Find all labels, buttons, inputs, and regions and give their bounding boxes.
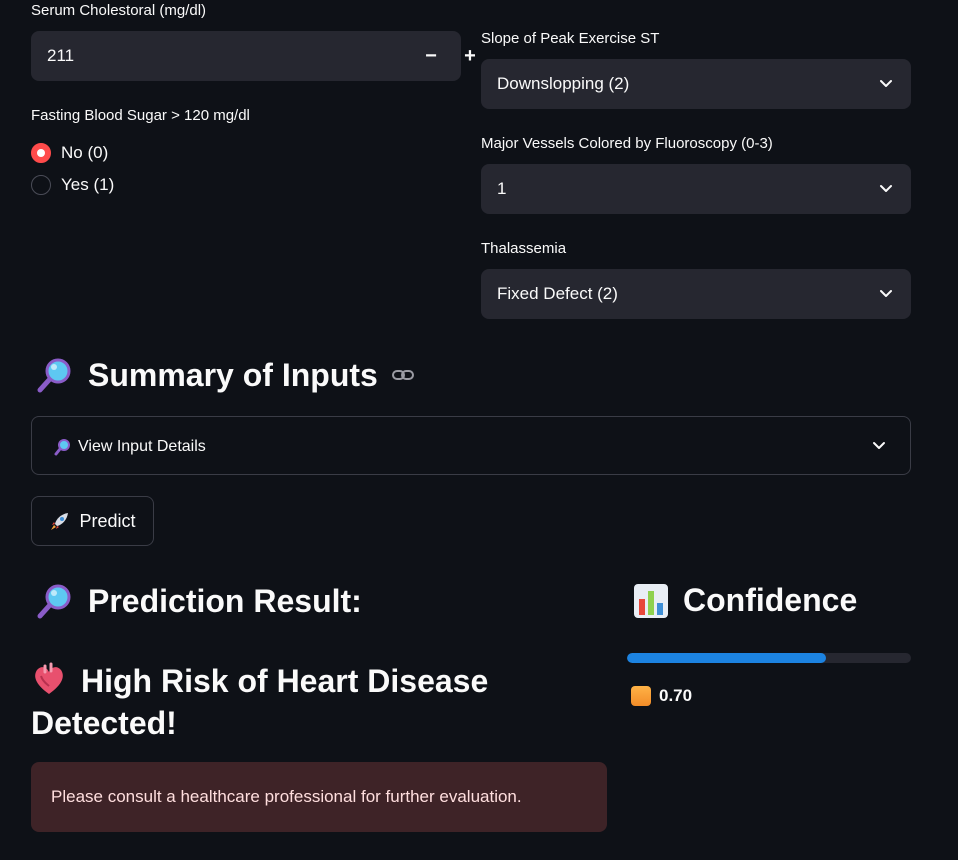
magnifier-icon [37, 358, 71, 393]
magnifier-icon [54, 438, 70, 455]
orange-square-icon [631, 686, 651, 706]
prediction-heading: Prediction Result: [36, 582, 362, 620]
chevron-down-icon[interactable] [872, 439, 886, 453]
alert-message: Please consult a healthcare professional… [51, 787, 522, 806]
cholesterol-value[interactable]: 211 [47, 31, 74, 81]
chevron-down-icon[interactable] [879, 182, 893, 196]
radio-label-yes: Yes (1) [61, 175, 115, 194]
cholesterol-label: Serum Cholestoral (mg/dl) [31, 2, 207, 19]
radio-unselected-icon[interactable] [31, 175, 51, 195]
radio-option-yes[interactable]: Yes (1) [31, 172, 114, 198]
thal-selected-value: Fixed Defect (2) [497, 284, 618, 303]
result-headline-text: High Risk of Heart Disease Detected! [31, 663, 489, 741]
radio-selected-icon[interactable] [31, 143, 51, 163]
confidence-title: Confidence [683, 582, 858, 618]
result-headline: High Risk of Heart Disease Detected! [31, 660, 591, 744]
cholesterol-number-input[interactable]: 211 − + [31, 31, 476, 81]
decrement-button[interactable]: − [413, 31, 449, 81]
confidence-value: 0.70 [659, 686, 693, 705]
prediction-title: Prediction Result: [88, 582, 362, 619]
radio-label-no: No (0) [61, 143, 109, 162]
predict-button[interactable]: Predict [31, 496, 154, 546]
slope-label: Slope of Peak Exercise ST [481, 30, 660, 47]
alert-box: Please consult a healthcare professional… [31, 762, 607, 832]
bar-chart-icon [634, 583, 668, 618]
expander-header[interactable]: View Input Details [54, 417, 206, 476]
slope-selected-value: Downslopping (2) [497, 74, 630, 93]
vessels-selected-value: 1 [497, 179, 507, 198]
radio-option-no[interactable]: No (0) [31, 140, 108, 166]
fbs-label: Fasting Blood Sugar > 120 mg/dl [31, 107, 250, 124]
vessels-select[interactable]: 1 [481, 164, 911, 214]
app-page: Serum Cholestoral (mg/dl) 211 − + Fastin… [0, 0, 958, 860]
summary-title: Summary of Inputs [88, 356, 378, 393]
confidence-progress-fill [627, 653, 826, 663]
thal-select[interactable]: Fixed Defect (2) [481, 269, 911, 319]
chevron-down-icon[interactable] [879, 287, 893, 301]
confidence-heading: Confidence [633, 582, 857, 619]
vessels-label: Major Vessels Colored by Fluoroscopy (0-… [481, 135, 773, 152]
confidence-value-row: 0.70 [631, 686, 692, 706]
magnifier-icon [37, 584, 71, 619]
link-icon[interactable] [391, 368, 414, 382]
chevron-down-icon[interactable] [879, 77, 893, 91]
predict-label: Predict [79, 510, 136, 531]
summary-heading: Summary of Inputs [36, 356, 414, 394]
thal-label: Thalassemia [481, 240, 567, 257]
input-details-expander[interactable]: View Input Details [31, 416, 911, 475]
slope-select[interactable]: Downslopping (2) [481, 59, 911, 109]
confidence-progress-bar [627, 653, 911, 663]
expander-label: View Input Details [78, 438, 206, 455]
rocket-icon [51, 513, 69, 530]
anatomical-heart-icon [35, 662, 63, 694]
